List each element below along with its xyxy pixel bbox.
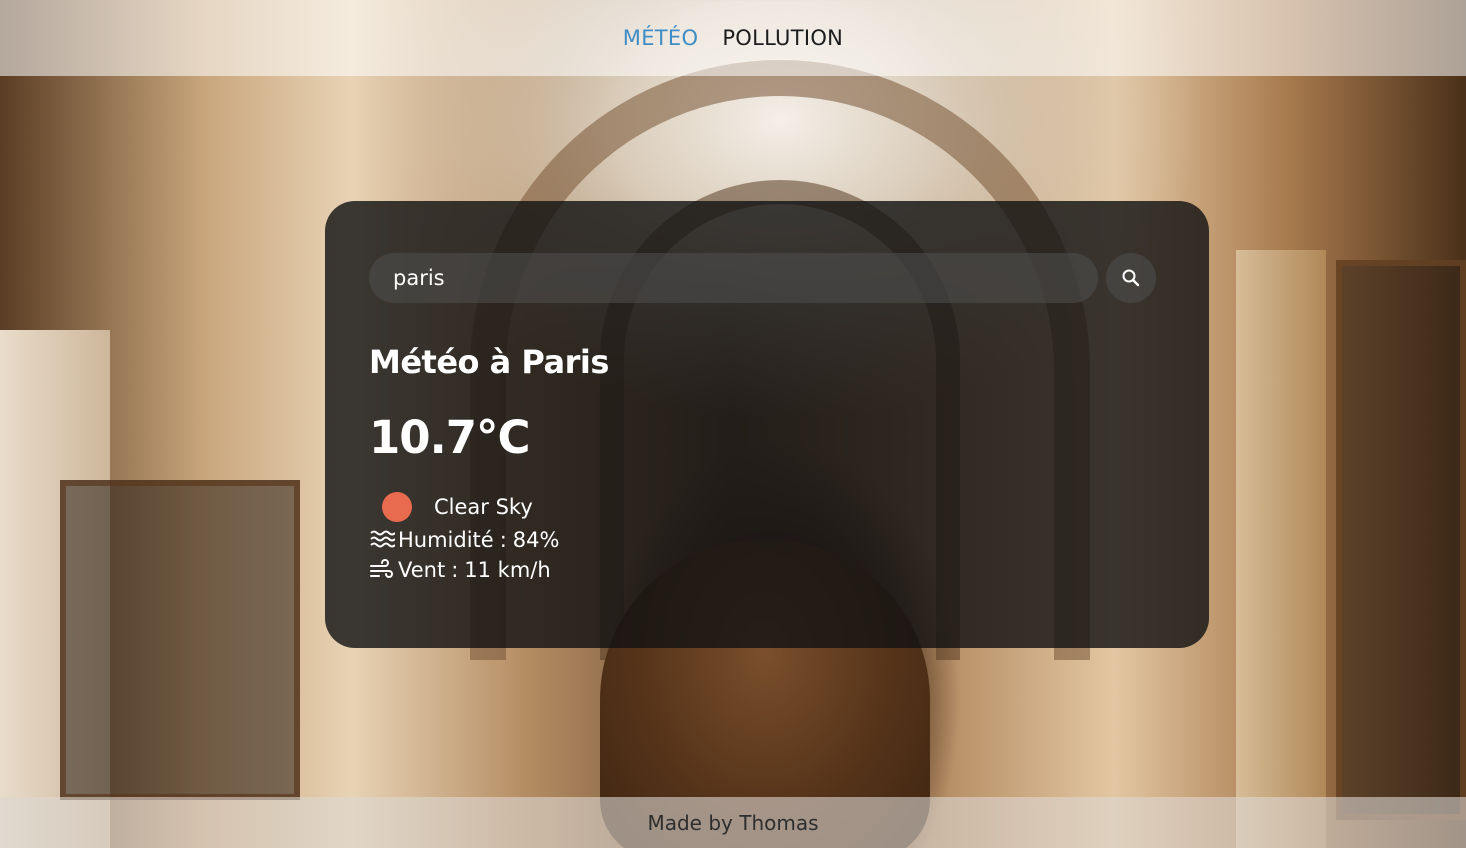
humidity-label: Humidité [398, 528, 494, 552]
condition-text: Clear Sky [434, 495, 533, 519]
search-bar [369, 253, 1165, 303]
nav-link-meteo[interactable]: MÉTÉO [623, 26, 699, 50]
temperature-value: 10.7°C [369, 411, 531, 464]
humidity-waves-icon [369, 528, 395, 552]
nav-link-pollution[interactable]: POLLUTION [722, 26, 843, 50]
humidity-row: Humidité : 84% [369, 528, 1165, 552]
footer: Made by Thomas [0, 797, 1466, 848]
humidity-value: 84% [512, 528, 560, 552]
wind-row: Vent : 11 km/h [369, 558, 1165, 582]
footer-credit: Made by Thomas [647, 810, 819, 835]
background-window-left [60, 480, 300, 800]
wind-value: 11 km/h [464, 558, 551, 582]
humidity-separator: : [499, 528, 507, 552]
background-column-right [1236, 250, 1326, 848]
top-navigation: MÉTÉO POLLUTION [0, 0, 1466, 76]
search-button[interactable] [1106, 253, 1156, 303]
wind-separator: : [451, 558, 459, 582]
sun-dot-icon [382, 492, 412, 522]
weather-card: Météo à Paris 10.7°C Clear Sky Humidité … [325, 201, 1209, 648]
city-search-input[interactable] [369, 253, 1098, 303]
background-window-right [1336, 260, 1466, 820]
condition-row: Clear Sky [369, 492, 1165, 522]
search-icon [1122, 269, 1140, 287]
wind-icon [369, 558, 395, 582]
wind-label: Vent [398, 558, 446, 582]
city-title: Météo à Paris [369, 343, 609, 381]
